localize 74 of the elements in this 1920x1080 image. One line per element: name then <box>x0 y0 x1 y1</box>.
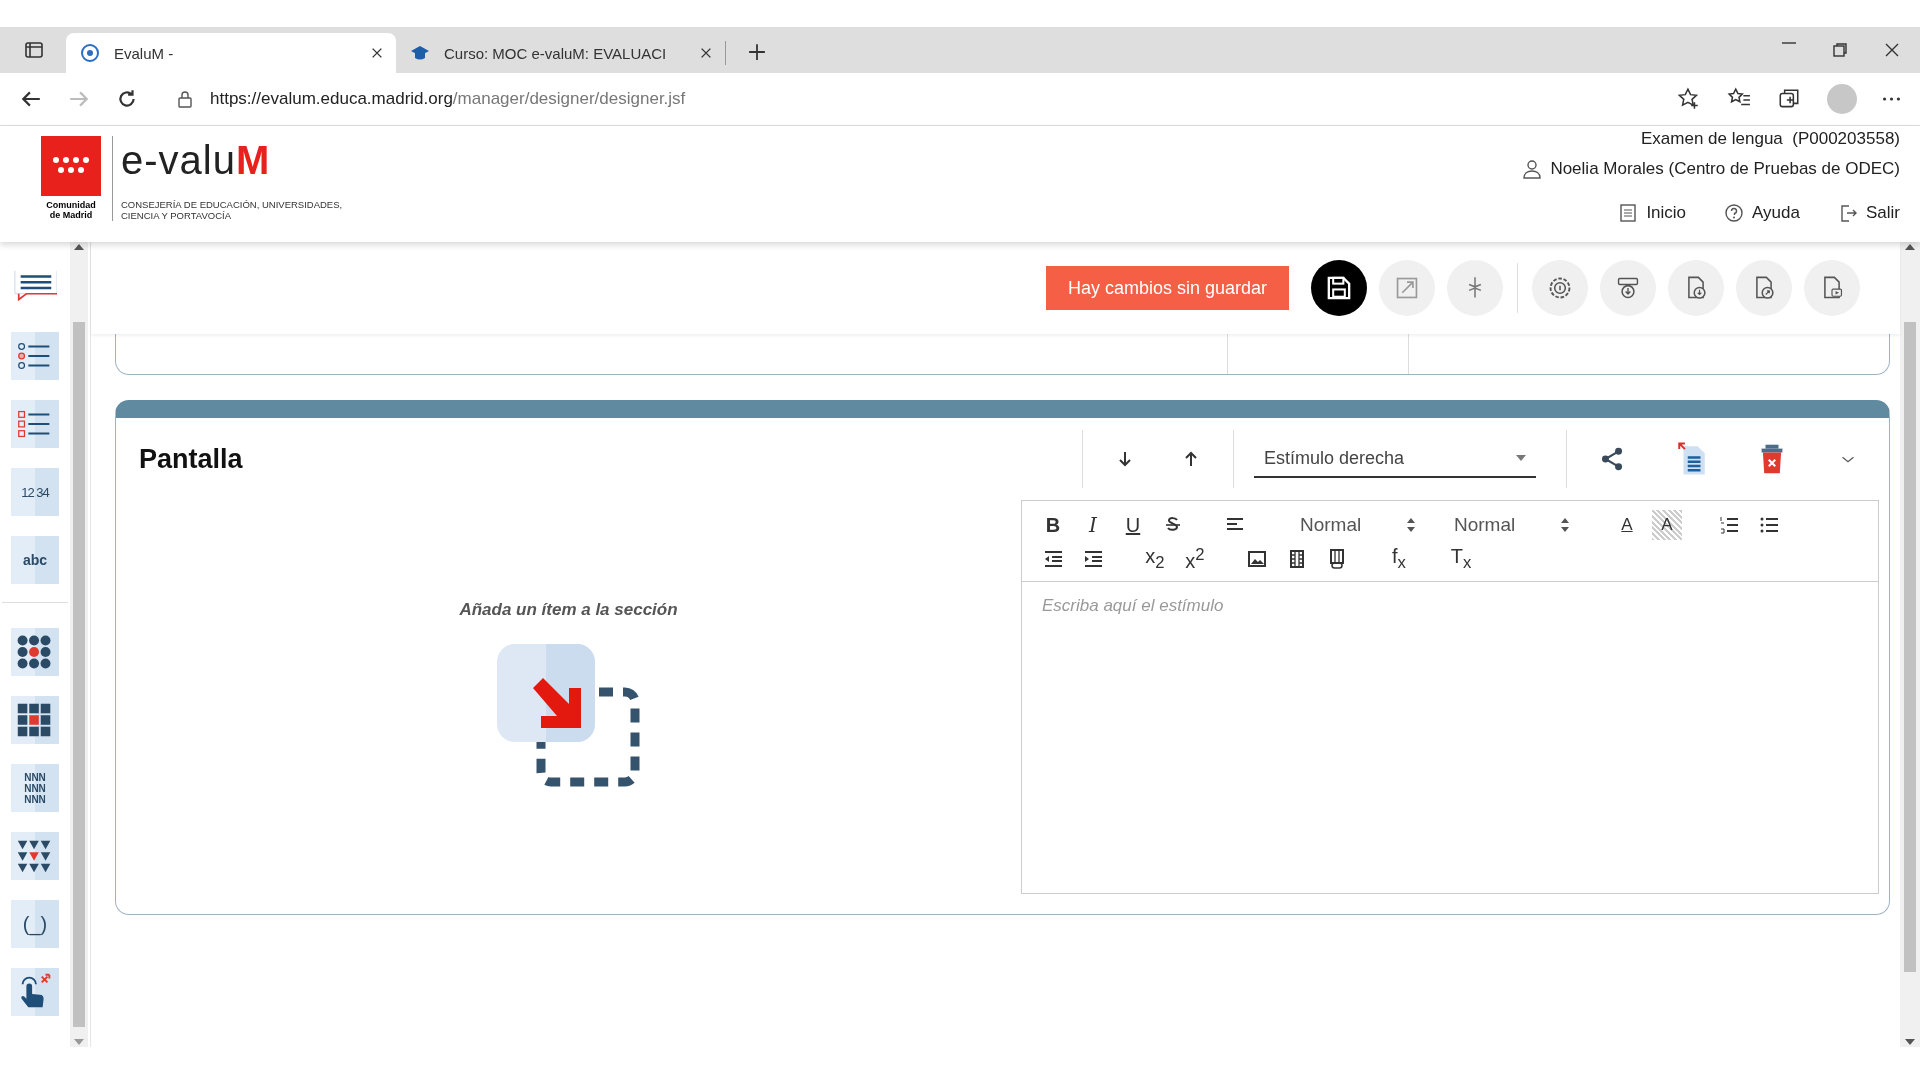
section-title: Pantalla <box>139 443 244 475</box>
item-type-button[interactable]: 12 34 <box>11 468 59 516</box>
format-button[interactable]: B <box>1038 510 1068 540</box>
toolbar-button[interactable] <box>1600 260 1656 316</box>
caret-icon <box>1516 455 1526 461</box>
format-select[interactable]: Normal <box>1436 514 1580 536</box>
browser-tab[interactable]: EvaluM - <box>66 33 396 73</box>
more-icon <box>1883 97 1900 101</box>
user-name: Noelia Morales (Centro de Pruebas de ODEC) <box>1550 159 1900 179</box>
minimize-icon <box>1782 42 1796 44</box>
nav-link[interactable]: Salir <box>1838 203 1900 223</box>
url-text: https://evalum.educa.madrid.org/manager/designer/designer.jsf <box>210 89 686 109</box>
toolbar-button[interactable] <box>1311 260 1367 316</box>
film-icon <box>1287 549 1307 569</box>
new-tab-icon <box>748 43 766 61</box>
window-icon <box>24 40 44 60</box>
item-type-button[interactable]: abc <box>11 536 59 584</box>
format-button[interactable]: f$_{x}$ <box>1384 544 1414 574</box>
item-type-button[interactable] <box>11 696 59 744</box>
item-type-button[interactable] <box>11 628 59 676</box>
exam-title: Examen de lengua (P000203558) <box>1641 129 1900 149</box>
film-link-icon <box>1327 549 1347 569</box>
help-icon <box>1724 203 1745 223</box>
scrollbar-thumb[interactable] <box>73 322 85 1027</box>
format-button[interactable]: A <box>1652 510 1682 540</box>
reload-icon <box>116 88 138 110</box>
exit-icon <box>1838 203 1858 223</box>
restore-icon <box>1832 42 1848 58</box>
item-type-button[interactable] <box>11 332 59 380</box>
close-icon <box>1884 42 1900 58</box>
globe-icon <box>80 43 100 63</box>
layout-dropdown[interactable]: Estímulo derecha <box>1254 440 1536 478</box>
region-name: Comunidad de Madrid <box>45 200 97 220</box>
close-icon <box>370 46 384 60</box>
expand-icon <box>1394 275 1420 301</box>
document-icon <box>1618 203 1639 223</box>
format-button[interactable]: I <box>1078 510 1108 540</box>
item-type-button[interactable]: (_) <box>11 900 59 948</box>
numbered-list-icon <box>1719 515 1739 535</box>
caret-icon <box>1406 518 1416 532</box>
format-button[interactable]: T$_{x}$ <box>1446 544 1476 574</box>
share-icon <box>1599 447 1625 471</box>
browser-tab[interactable]: Curso: MOC e-valuM: EVALUACI <box>396 41 726 65</box>
nav-link[interactable]: Inicio <box>1618 203 1687 223</box>
item-type-button[interactable] <box>11 400 59 448</box>
caret-icon <box>1560 518 1570 532</box>
item-type-button[interactable] <box>11 832 59 880</box>
format-button[interactable]: A <box>1612 510 1642 540</box>
close-icon <box>699 46 713 60</box>
stars-logo-icon <box>41 136 101 196</box>
image-icon <box>1247 549 1267 569</box>
scroll-down-icon <box>73 1037 85 1047</box>
format-select[interactable]: Normal <box>1282 514 1426 536</box>
scroll-down-icon <box>1904 1037 1916 1047</box>
item-type-button[interactable] <box>11 968 59 1016</box>
nav-link[interactable]: Ayuda <box>1724 203 1800 223</box>
format-button[interactable]: U <box>1118 510 1148 540</box>
user-icon <box>1522 159 1543 179</box>
bullet-list-icon <box>1759 515 1779 535</box>
lock-icon <box>176 90 194 108</box>
format-button[interactable]: x$^{2}$ <box>1180 544 1210 574</box>
indent-icon <box>1083 549 1103 569</box>
trash-icon <box>1759 442 1785 476</box>
item-type-button[interactable]: NNN NNN NNN <box>11 764 59 812</box>
download-icon <box>1615 275 1641 301</box>
empty-section-message: Añada un ítem a la sección <box>459 600 678 620</box>
favorite-add-icon <box>1677 87 1701 111</box>
app-logo: e-valuM <box>121 138 272 182</box>
outdent-icon <box>1043 549 1063 569</box>
format-button[interactable]: x$_{2}$ <box>1140 544 1170 574</box>
scrollbar-thumb[interactable] <box>1904 322 1916 972</box>
department-name: CONSEJERÍA DE EDUCACIÓN, UNIVERSIDADES, CIENCIA Y PORTAVOCÍA <box>121 199 344 221</box>
settings-icon <box>1547 275 1573 301</box>
address-bar[interactable]: https://evalum.educa.madrid.org/manager/designer/designer.jsf <box>164 81 1651 117</box>
